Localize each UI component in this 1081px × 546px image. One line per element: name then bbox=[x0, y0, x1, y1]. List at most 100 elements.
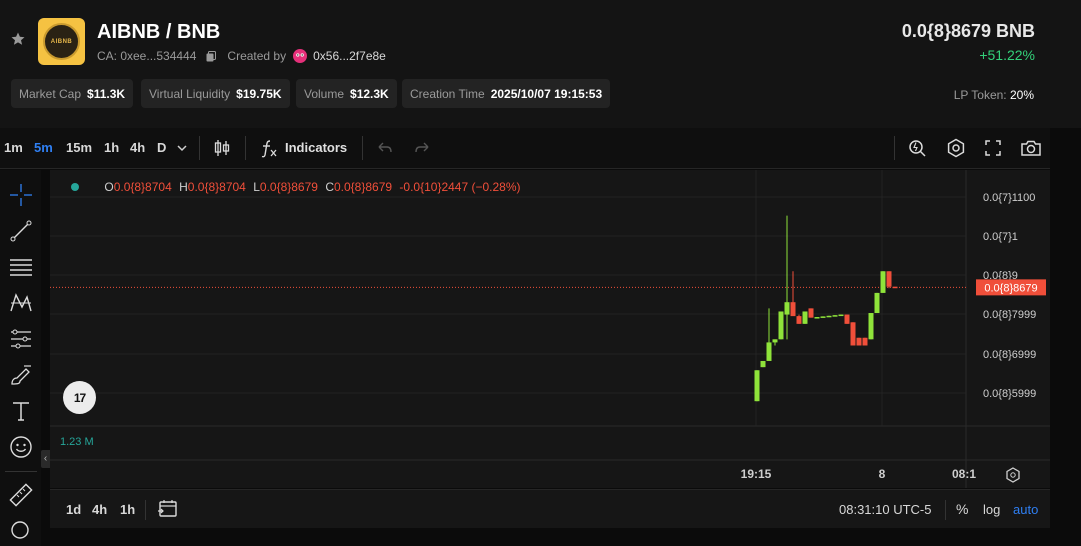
candle-body bbox=[808, 308, 814, 318]
token-logo-text: AIBNB bbox=[50, 38, 73, 45]
price-change: +51.22% bbox=[979, 47, 1035, 63]
percent-scale-toggle[interactable]: % bbox=[956, 501, 968, 517]
timeframe-1m[interactable]: 1m bbox=[4, 140, 23, 155]
candle-body bbox=[832, 315, 838, 317]
right-gutter bbox=[1050, 128, 1081, 546]
token-logo: AIBNB bbox=[38, 18, 85, 65]
candle-body bbox=[796, 316, 802, 324]
tradingview-logo-text: 17 bbox=[73, 390, 86, 405]
stat-volume: Volume $12.3K bbox=[296, 79, 397, 108]
stat-value: $19.75K bbox=[236, 86, 282, 101]
candle-body bbox=[850, 322, 856, 346]
candle-body bbox=[754, 370, 760, 402]
stat-label: Volume bbox=[304, 86, 345, 101]
log-scale-toggle[interactable]: log bbox=[983, 502, 1000, 517]
text-icon[interactable] bbox=[9, 399, 33, 423]
auto-scale-toggle[interactable]: auto bbox=[1013, 502, 1038, 517]
contract-address: CA: 0xee...534444 bbox=[97, 49, 197, 63]
chevron-down-icon[interactable] bbox=[175, 138, 189, 158]
collapse-toolbar-button[interactable]: ‹ bbox=[41, 450, 50, 468]
chart-canvas[interactable]: 0.0{7}11000.0{7}10.0{8}90.0{8}79990.0{8}… bbox=[50, 170, 1050, 488]
creator-avatar-icon bbox=[293, 49, 308, 63]
candle-body bbox=[880, 271, 886, 293]
utc-clock[interactable]: 08:31:10 UTC-5 bbox=[839, 502, 932, 517]
stat-label: Creation Time bbox=[410, 86, 485, 101]
created-by-label: Created by bbox=[227, 49, 287, 63]
y-tick-label: 0.0{7}1 bbox=[983, 231, 1018, 243]
drawing-toolbar bbox=[0, 170, 41, 546]
timeframe-5m[interactable]: 5m bbox=[34, 140, 53, 155]
price-chart[interactable]: 0.0{7}1100 0.0{7}1 0.0{8}9 0.0{8}7999 0.0{8}… bbox=[41, 170, 1050, 488]
redo-icon[interactable] bbox=[412, 138, 432, 158]
contract-row: CA: 0xee...534444 Created by 0x56...2f7e… bbox=[97, 49, 386, 63]
pattern-icon[interactable] bbox=[9, 291, 33, 315]
trend-line-icon[interactable] bbox=[9, 219, 33, 243]
ohlc-high: 0.0{8}8704 bbox=[187, 180, 246, 194]
lp-token-label: LP Token: bbox=[953, 88, 1007, 102]
emoji-icon[interactable] bbox=[9, 435, 33, 459]
candle-body bbox=[820, 316, 826, 318]
zoom-icon[interactable] bbox=[9, 519, 33, 543]
range-4h[interactable]: 4h bbox=[92, 502, 107, 517]
ohlc-legend: O0.0{8}8704 H0.0{8}8704 L0.0{8}8679 C0.0… bbox=[71, 180, 521, 194]
settings-icon[interactable] bbox=[946, 138, 966, 158]
stat-label: Virtual Liquidity bbox=[149, 86, 231, 101]
axis-settings-icon-shape bbox=[1006, 467, 1020, 483]
crosshair-icon[interactable] bbox=[9, 183, 33, 207]
toolbar-divider bbox=[894, 136, 895, 160]
candle-body bbox=[862, 337, 868, 346]
stat-label: Market Cap bbox=[19, 86, 82, 101]
timeframe-d[interactable]: D bbox=[157, 140, 166, 155]
range-1h[interactable]: 1h bbox=[120, 502, 135, 517]
stat-virtual-liquidity: Virtual Liquidity $19.75K bbox=[141, 79, 290, 108]
ohlc-close: 0.0{8}8679 bbox=[333, 180, 393, 194]
ohlc-low: 0.0{8}8679 bbox=[259, 180, 318, 194]
timeframe-15m[interactable]: 15m bbox=[66, 140, 92, 155]
y-tick-label: 0.0{8}5999 bbox=[983, 388, 1036, 400]
candle-body bbox=[892, 286, 898, 289]
camera-icon[interactable] bbox=[1020, 138, 1042, 158]
ohlc-open-label: O bbox=[104, 180, 114, 194]
undo-icon[interactable] bbox=[375, 138, 395, 158]
candle-body bbox=[802, 311, 808, 324]
brush-icon[interactable] bbox=[9, 363, 33, 387]
current-price: 0.0{8}8679 BNB bbox=[901, 21, 1035, 41]
candle-body bbox=[868, 313, 874, 340]
timeframe-4h[interactable]: 4h bbox=[130, 140, 145, 155]
axis-settings-icon[interactable] bbox=[1006, 467, 1020, 483]
fx-icon[interactable] bbox=[259, 138, 279, 158]
candle-body bbox=[874, 292, 880, 314]
chart-toolbar: 1m 5m 15m 1h 4h D Indicators bbox=[0, 128, 1050, 169]
pair-title: AIBNB / BNB bbox=[97, 21, 221, 43]
star-icon[interactable] bbox=[10, 31, 26, 47]
y-tick-label: 0.0{7}1100 bbox=[983, 192, 1035, 204]
stat-value: 2025/10/07 19:15:53 bbox=[490, 86, 603, 101]
quick-search-icon[interactable] bbox=[907, 138, 927, 158]
stat-value: $12.3K bbox=[350, 86, 389, 101]
candles-icon[interactable] bbox=[212, 138, 232, 158]
copy-icon[interactable] bbox=[206, 50, 217, 62]
candle-body bbox=[856, 337, 862, 346]
axis-settings-icon-center bbox=[1010, 472, 1016, 478]
candle-body bbox=[766, 342, 772, 361]
indicators-button[interactable]: Indicators bbox=[285, 140, 347, 155]
toolbar-divider bbox=[245, 136, 246, 160]
horizontal-lines-icon[interactable] bbox=[9, 255, 33, 279]
lp-token: LP Token: 20% bbox=[954, 88, 1034, 102]
creator-address[interactable]: 0x56...2f7e8e bbox=[313, 49, 386, 63]
stat-value: $11.3K bbox=[87, 86, 126, 101]
candle-body bbox=[790, 302, 796, 317]
ruler-icon[interactable] bbox=[9, 483, 33, 507]
fullscreen-icon[interactable] bbox=[983, 138, 1003, 158]
measure-lines-icon[interactable] bbox=[9, 327, 33, 351]
timeframe-1h[interactable]: 1h bbox=[104, 140, 119, 155]
tradingview-logo[interactable]: 17 bbox=[63, 381, 96, 414]
ohlc-change: -0.0{10}2447 (−0.28%) bbox=[399, 180, 521, 194]
x-tick-label: 19:15 bbox=[741, 467, 772, 481]
range-1d[interactable]: 1d bbox=[66, 502, 81, 517]
current-price-tag-label: 0.0{8}8679 bbox=[984, 282, 1037, 294]
date-range-icon[interactable] bbox=[157, 499, 179, 519]
toolbar-divider bbox=[362, 136, 363, 160]
tool-divider bbox=[5, 471, 37, 472]
legend-dot-icon[interactable] bbox=[71, 183, 79, 191]
